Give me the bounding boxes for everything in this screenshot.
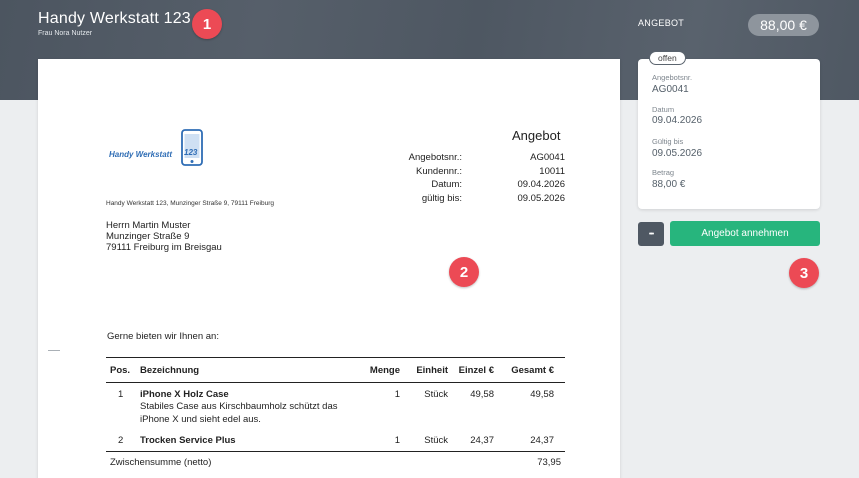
- company-name: Handy Werkstatt 123: [38, 10, 191, 27]
- meta-row-offer-number: Angebotsnr.: AG0041: [408, 152, 565, 163]
- document-meta: Angebotsnr.: AG0041 Kundennr.: 10011 Dat…: [390, 151, 565, 205]
- logo-text: Handy Werkstatt: [109, 150, 172, 159]
- status-badge: offen: [649, 51, 686, 65]
- table-row: 2 Trocken Service Plus 1 Stück 24,37 24,…: [118, 435, 554, 446]
- marker-badge-3: 3: [789, 258, 819, 288]
- item-name: iPhone X Holz Case: [140, 389, 229, 400]
- subtotal-label: Zwischensumme (netto): [110, 457, 212, 468]
- sender-line: Handy Werkstatt 123, Munzinger Straße 9,…: [106, 200, 275, 207]
- meta-row-valid-until: gültig bis: 09.05.2026: [421, 192, 565, 204]
- document-heading: Angebot: [512, 128, 561, 143]
- marker-badge-1: 1: [192, 9, 222, 39]
- subtotal-row: Zwischensumme (netto) 73,95: [106, 451, 565, 468]
- items-table: Pos. Bezeichnung Menge Einheit Einzel € …: [106, 357, 565, 468]
- field-value-amount: 88,00 €: [652, 179, 686, 190]
- meta-row-customer-number: Kundennr.: 10011: [416, 165, 565, 177]
- document-type-label: ANGEBOT: [638, 18, 685, 28]
- intro-text: Gerne bieten wir Ihnen an:: [107, 331, 219, 342]
- field-label-valid-until: Gültig bis: [652, 137, 684, 146]
- logo-badge: 123: [184, 148, 198, 157]
- recipient-street: Munzinger Straße 9: [106, 231, 190, 242]
- field-value-valid-until: 09.05.2026: [652, 148, 703, 159]
- subtotal-value: 73,95: [537, 457, 561, 468]
- item-description: Stabiles Case aus Kirschbaumholz schützt…: [140, 401, 338, 425]
- recipient-city: 79111 Freiburg im Breisgau: [106, 242, 222, 253]
- more-dots-icon: •••: [648, 230, 654, 238]
- field-label-amount: Betrag: [652, 168, 675, 177]
- offer-info-card: Angebotsnr. AG0041 Datum 09.04.2026 Gült…: [638, 59, 820, 209]
- page-break-marker: [48, 350, 60, 351]
- items-table-header: Pos. Bezeichnung Menge Einheit Einzel € …: [106, 357, 565, 383]
- field-value-offer-number: AG0041: [652, 84, 689, 95]
- recipient-address: Herrn Martin Muster Munzinger Straße 9 7…: [106, 220, 222, 253]
- accept-offer-button[interactable]: Angebot annehmen: [670, 221, 820, 246]
- meta-row-date: Datum: 09.04.2026: [431, 179, 565, 190]
- field-value-date: 09.04.2026: [652, 115, 703, 126]
- marker-badge-2: 2: [449, 257, 479, 287]
- field-label-date: Datum: [652, 105, 675, 114]
- item-name: Trocken Service Plus: [140, 435, 236, 446]
- recipient-name: Herrn Martin Muster: [106, 220, 191, 231]
- table-row: 1 iPhone X Holz Case Stabiles Case aus K…: [118, 389, 554, 425]
- field-label-offer-number: Angebotsnr.: [652, 73, 693, 82]
- more-options-button[interactable]: •••: [638, 222, 664, 246]
- amount-badge: 88,00 €: [748, 14, 819, 36]
- user-name: Frau Nora Nutzer: [38, 30, 93, 37]
